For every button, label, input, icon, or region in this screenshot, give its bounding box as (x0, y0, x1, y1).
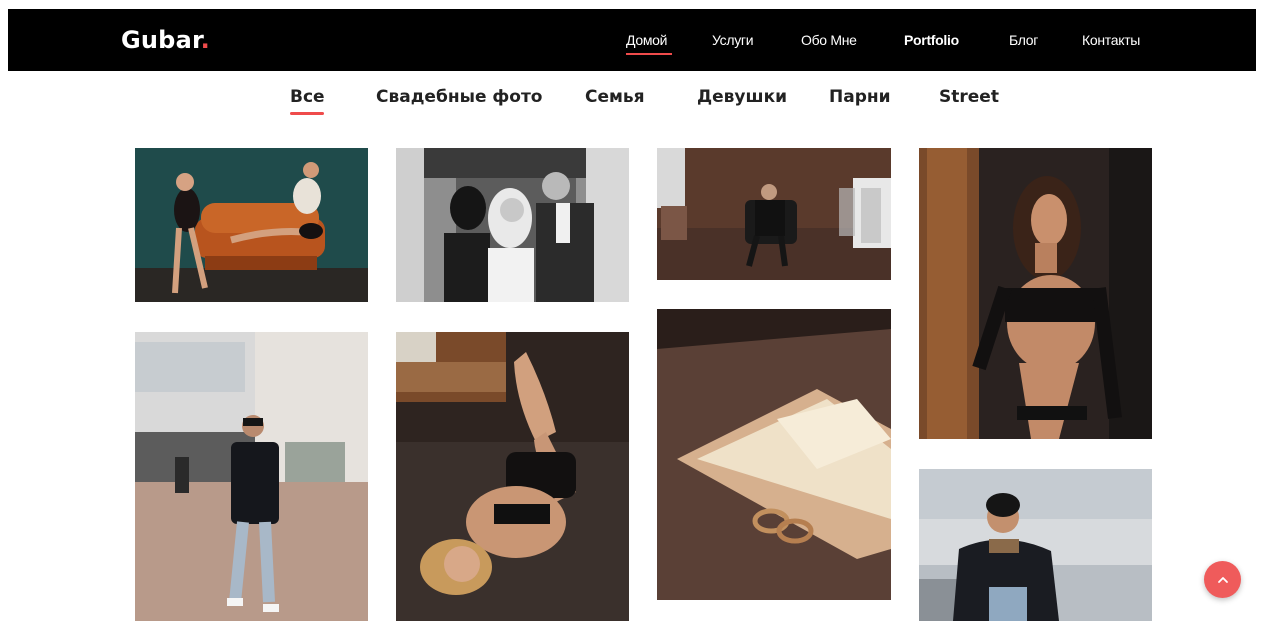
gallery-photo[interactable] (135, 148, 368, 302)
gallery-photo[interactable] (396, 148, 629, 302)
site-header: Gubar. Домой Услуги Обо Мне Portfolio Бл… (8, 9, 1256, 71)
photo-image (396, 332, 629, 621)
scroll-to-top-button[interactable] (1204, 561, 1241, 598)
filter-active-underline (290, 112, 324, 115)
filter-street[interactable]: Street (939, 86, 999, 108)
chevron-up-icon (1217, 576, 1228, 583)
filter-wedding[interactable]: Свадебные фото (376, 86, 542, 108)
photo-image (396, 148, 629, 302)
photo-image (657, 148, 891, 280)
gallery-photo[interactable] (657, 148, 891, 280)
nav-item-contacts[interactable]: Контакты (1082, 31, 1140, 49)
nav-item-services[interactable]: Услуги (712, 31, 754, 49)
filter-family[interactable]: Семья (585, 86, 645, 108)
gallery-photo[interactable] (919, 148, 1152, 439)
logo[interactable]: Gubar. (121, 25, 210, 55)
filter-all[interactable]: Все (290, 86, 325, 108)
photo-image (135, 332, 368, 621)
photo-image (657, 309, 891, 600)
photo-image (919, 469, 1152, 621)
gallery-photo[interactable] (919, 469, 1152, 621)
nav-item-blog[interactable]: Блог (1009, 31, 1038, 49)
filter-guys[interactable]: Парни (829, 86, 891, 108)
nav-item-portfolio[interactable]: Portfolio (904, 31, 959, 49)
photo-image (135, 148, 368, 302)
nav-active-underline (626, 53, 672, 55)
filter-girls[interactable]: Девушки (697, 86, 787, 108)
nav-item-home[interactable]: Домой (626, 31, 667, 49)
logo-dot: . (200, 26, 210, 54)
photo-image (919, 148, 1152, 439)
gallery-photo[interactable] (396, 332, 629, 621)
nav-item-about[interactable]: Обо Мне (801, 31, 857, 49)
logo-text: Gubar (121, 26, 201, 54)
gallery-photo[interactable] (135, 332, 368, 621)
gallery-photo[interactable] (657, 309, 891, 600)
